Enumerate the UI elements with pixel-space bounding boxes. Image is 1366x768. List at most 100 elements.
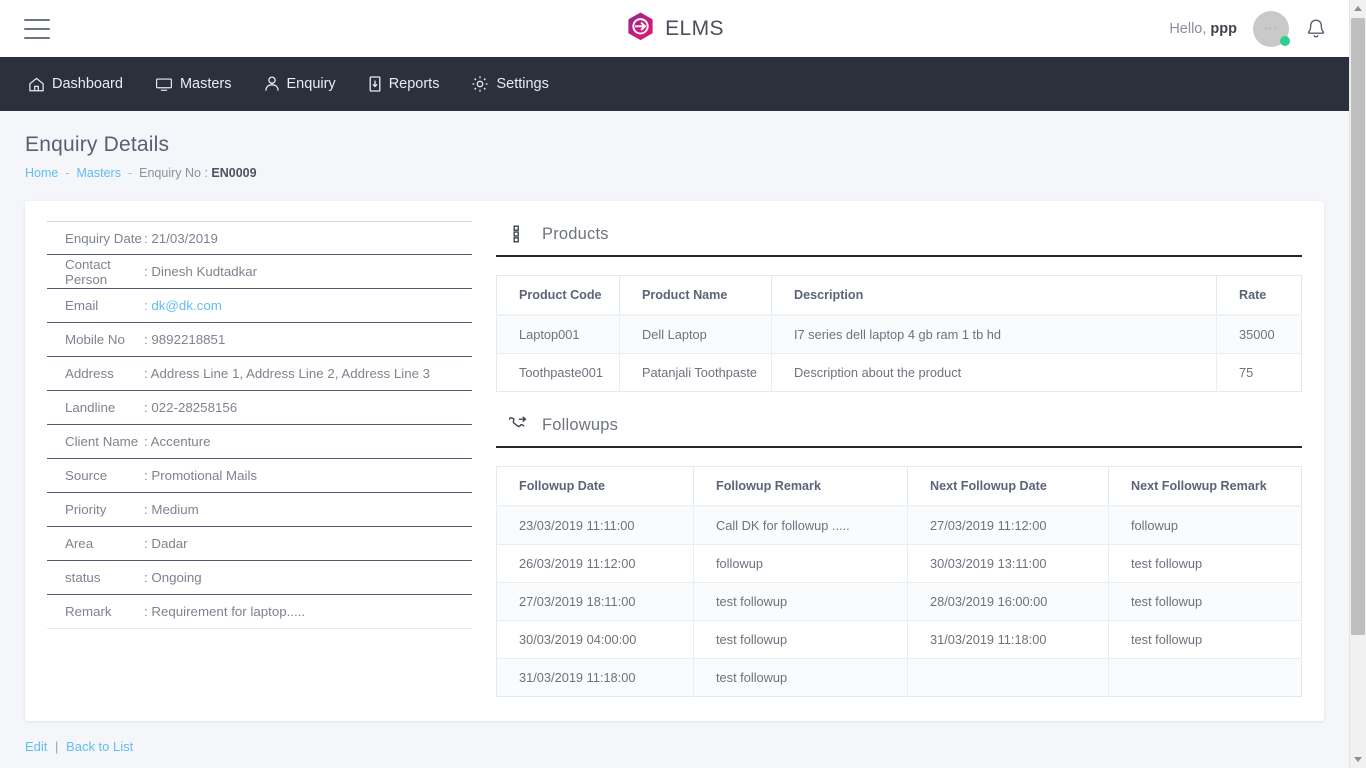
detail-label: status [65,570,101,585]
cell-followup-remark: followup [693,544,908,583]
home-icon [28,76,45,93]
online-status-dot [1280,35,1290,46]
gear-icon [471,75,489,93]
page-head: Enquiry Details Home - Masters - Enquiry… [0,111,1349,180]
nav-item-settings[interactable]: Settings [467,69,562,99]
nav-item-enquiry[interactable]: Enquiry [260,69,350,99]
table-row[interactable]: Toothpaste001 Patanjali Toothpaste Descr… [496,353,1302,392]
detail-value: : Dinesh Kudtadkar [144,264,258,279]
breadcrumb: Home - Masters - Enquiry No : EN0009 [25,166,1349,180]
chevron-up-icon [1354,6,1362,11]
cell-rate: 75 [1216,353,1302,392]
browser-viewport: ELMS Hello, ppp ●●● Dashboard Masters En… [0,0,1366,768]
monitor-icon [155,76,173,93]
page-title: Enquiry Details [25,133,170,156]
table-row[interactable]: 31/03/2019 11:18:00 test followup [496,658,1302,697]
column-header[interactable]: Rate [1216,275,1302,316]
person-icon [264,75,280,93]
cell-product-code: Laptop001 [496,315,620,354]
detail-row: Source : Promotional Mails [47,459,472,493]
followups-section-title: Followups [542,415,619,434]
column-header[interactable]: Description [771,275,1217,316]
cell-next-followup-date: 28/03/2019 16:00:00 [907,582,1109,621]
list-dots-icon [506,223,528,245]
hamburger-icon[interactable] [24,18,50,39]
elms-hexagon-logo-icon [625,11,656,47]
cell-followup-date: 31/03/2019 11:18:00 [496,658,694,697]
detail-label: Source [65,468,108,483]
table-row[interactable]: 30/03/2019 04:00:00 test followup 31/03/… [496,620,1302,659]
chevron-down-icon [1354,757,1362,762]
detail-row: Mobile No : 9892218851 [47,323,472,357]
detail-label: Remark [65,604,112,619]
products-section-title: Products [542,224,609,243]
followups-table-head: Followup Date Followup Remark Next Follo… [496,466,1302,507]
nav-item-reports[interactable]: Reports [364,69,454,99]
nav-label: Reports [388,76,440,92]
detail-value: : Promotional Mails [144,468,258,483]
cell-followup-remark: test followup [693,582,908,621]
detail-row: Email : dk@dk.com [47,289,472,323]
link-separator: | [55,739,59,754]
brand-area: ELMS [0,0,1349,57]
nav-label: Enquiry [286,76,336,92]
column-header[interactable]: Followup Remark [693,466,908,507]
detail-label: Mobile No [65,332,125,347]
avatar[interactable]: ●●● [1253,10,1290,47]
edit-link[interactable]: Edit [25,739,47,754]
breadcrumb-home[interactable]: Home [25,166,58,180]
header-right-cluster: Hello, ppp ●●● [1169,0,1327,57]
detail-value: : Address Line 1, Address Line 2, Addres… [144,366,431,381]
nav-item-dashboard[interactable]: Dashboard [24,70,137,99]
table-row[interactable]: Laptop001 Dell Laptop I7 series dell lap… [496,315,1302,354]
table-row[interactable]: 23/03/2019 11:11:00 Call DK for followup… [496,506,1302,545]
detail-value-email-link[interactable]: : dk@dk.com [144,298,222,313]
detail-row: Area : Dadar [47,527,472,561]
detail-row: Priority : Medium [47,493,472,527]
back-to-list-link[interactable]: Back to List [66,739,133,754]
cell-next-followup-date: 31/03/2019 11:18:00 [907,620,1109,659]
detail-label: Address [65,366,114,381]
products-table-head: Product Code Product Name Description Ra… [496,275,1302,316]
scrollbar-thumb[interactable] [1351,18,1365,635]
cell-description: I7 series dell laptop 4 gb ram 1 tb hd [771,315,1217,354]
column-header[interactable]: Product Name [619,275,772,316]
cell-product-name: Patanjali Toothpaste [619,353,772,392]
user-greeting: Hello, ppp [1169,21,1237,37]
table-row[interactable]: 26/03/2019 11:12:00 followup 30/03/2019 … [496,544,1302,583]
products-table-body: Laptop001 Dell Laptop I7 series dell lap… [496,315,1302,392]
brand-logo-link[interactable]: ELMS [625,11,724,47]
detail-row: Contact Person : Dinesh Kudtadkar [47,255,472,289]
column-header[interactable]: Product Code [496,275,620,316]
nav-item-masters[interactable]: Masters [151,70,246,99]
scroll-down-arrow[interactable] [1350,751,1366,768]
column-header[interactable]: Followup Date [496,466,694,507]
column-header[interactable]: Next Followup Remark [1108,466,1302,507]
scroll-up-arrow[interactable] [1350,0,1366,17]
table-row[interactable]: 27/03/2019 18:11:00 test followup 28/03/… [496,582,1302,621]
cell-followup-date: 26/03/2019 11:12:00 [496,544,694,583]
nav-label: Dashboard [52,76,123,92]
breadcrumb-separator: - [127,166,133,180]
products-section-header: Products [496,219,1302,257]
cell-next-followup-remark: test followup [1108,544,1302,583]
table-header-row: Followup Date Followup Remark Next Follo… [496,466,1302,507]
bell-icon[interactable] [1305,17,1327,41]
enquiry-details-card: Enquiry Date : 21/03/2019 Contact Person… [25,201,1324,721]
breadcrumb-current: Enquiry No : EN0009 [139,166,256,180]
cell-product-code: Toothpaste001 [496,353,620,392]
cell-followup-remark: test followup [693,658,908,697]
page-scrollbar[interactable] [1349,0,1366,768]
cell-product-name: Dell Laptop [619,315,772,354]
detail-label: Contact Person [65,256,111,287]
detail-label: Landline [65,400,116,415]
followups-table-body: 23/03/2019 11:11:00 Call DK for followup… [496,506,1302,697]
nav-label: Settings [496,76,549,92]
column-header[interactable]: Next Followup Date [907,466,1109,507]
main-navigation: Dashboard Masters Enquiry Reports Settin… [0,57,1349,111]
greeting-prefix: Hello, [1169,20,1207,37]
detail-row: Client Name : Accenture [47,425,472,459]
breadcrumb-masters[interactable]: Masters [77,166,121,180]
cell-next-followup-remark: followup [1108,506,1302,545]
